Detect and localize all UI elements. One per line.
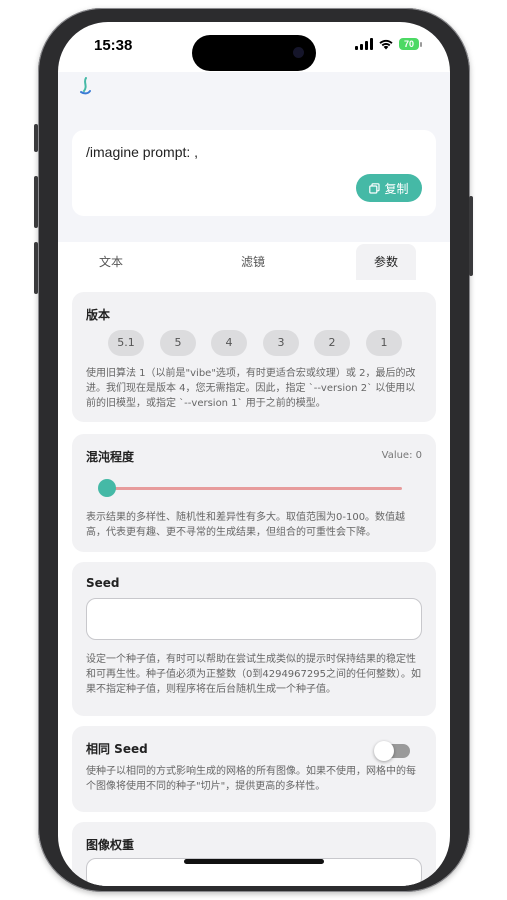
tab-filters[interactable]: 滤镜 [224,244,282,280]
power-button [469,196,473,276]
copy-button[interactable]: 复制 [356,174,422,202]
same-seed-title: 相同 Seed [86,742,148,756]
prompt-text[interactable]: /imagine prompt: , [86,144,198,160]
app-logo-icon [80,77,91,95]
chaos-title: 混沌程度 [86,450,135,464]
battery-icon: 70 [399,38,422,50]
seed-input[interactable] [86,598,422,640]
chaos-value-label: Value: 0 [381,450,422,461]
status-icons: 70 [355,38,422,50]
dynamic-island [192,35,316,71]
version-option-5-1[interactable]: 5.1 [108,330,144,356]
prompt-card: /imagine prompt: , 复制 [72,130,436,216]
same-seed-description: 使种子以相同的方式影响生成的网格的所有图像。如果不使用，网格中的每个图像将使用不… [86,766,416,792]
volume-down-button [34,242,38,294]
cellular-signal-icon [355,38,373,50]
wifi-icon [379,39,393,50]
image-weight-card: 图像权重 [72,822,436,886]
camera-icon [293,47,304,58]
same-seed-toggle[interactable] [374,741,410,761]
home-indicator [184,859,324,864]
version-option-2[interactable]: 2 [314,330,350,356]
seed-description: 设定一个种子值，有时可以帮助在尝试生成类似的提示时保持结果的稳定性和可再生性。种… [86,654,421,695]
volume-up-button [34,176,38,228]
version-title: 版本 [86,308,111,322]
mute-switch [34,124,38,152]
same-seed-card: 相同 Seed 使种子以相同的方式影响生成的网格的所有图像。如果不使用，网格中的… [72,726,436,812]
version-option-4[interactable]: 4 [211,330,247,356]
seed-title: Seed [86,576,120,590]
tab-parameters[interactable]: 参数 [356,244,416,280]
battery-level: 70 [399,38,419,50]
version-card: 版本 5.1 5 4 3 2 1 使用旧算法 1（以前是"vibe"选项，有时更… [72,292,436,422]
app-screen: 15:38 70 /imagine prompt: , 复制 文本 滤镜 参数 … [58,22,450,886]
status-time: 15:38 [94,37,133,54]
version-option-3[interactable]: 3 [263,330,299,356]
copy-button-label: 复制 [384,181,409,196]
version-option-5[interactable]: 5 [160,330,196,356]
seed-card: Seed 设定一个种子值，有时可以帮助在尝试生成类似的提示时保持结果的稳定性和可… [72,562,436,716]
tab-bar: 文本 滤镜 参数 [58,244,450,280]
chaos-slider-track[interactable] [106,487,402,490]
version-description: 使用旧算法 1（以前是"vibe"选项，有时更适合宏或纹理）或 2，最后的改进。… [86,368,416,409]
chaos-description: 表示结果的多样性、随机性和差异性有多大。取值范围为0-100。数值越高，代表更有… [86,512,406,538]
chaos-card: 混沌程度 Value: 0 表示结果的多样性、随机性和差异性有多大。取值范围为0… [72,434,436,552]
image-weight-title: 图像权重 [86,838,135,852]
copy-icon [369,182,381,194]
version-option-1[interactable]: 1 [366,330,402,356]
tab-text[interactable]: 文本 [82,244,140,280]
chaos-slider-thumb[interactable] [98,479,116,497]
